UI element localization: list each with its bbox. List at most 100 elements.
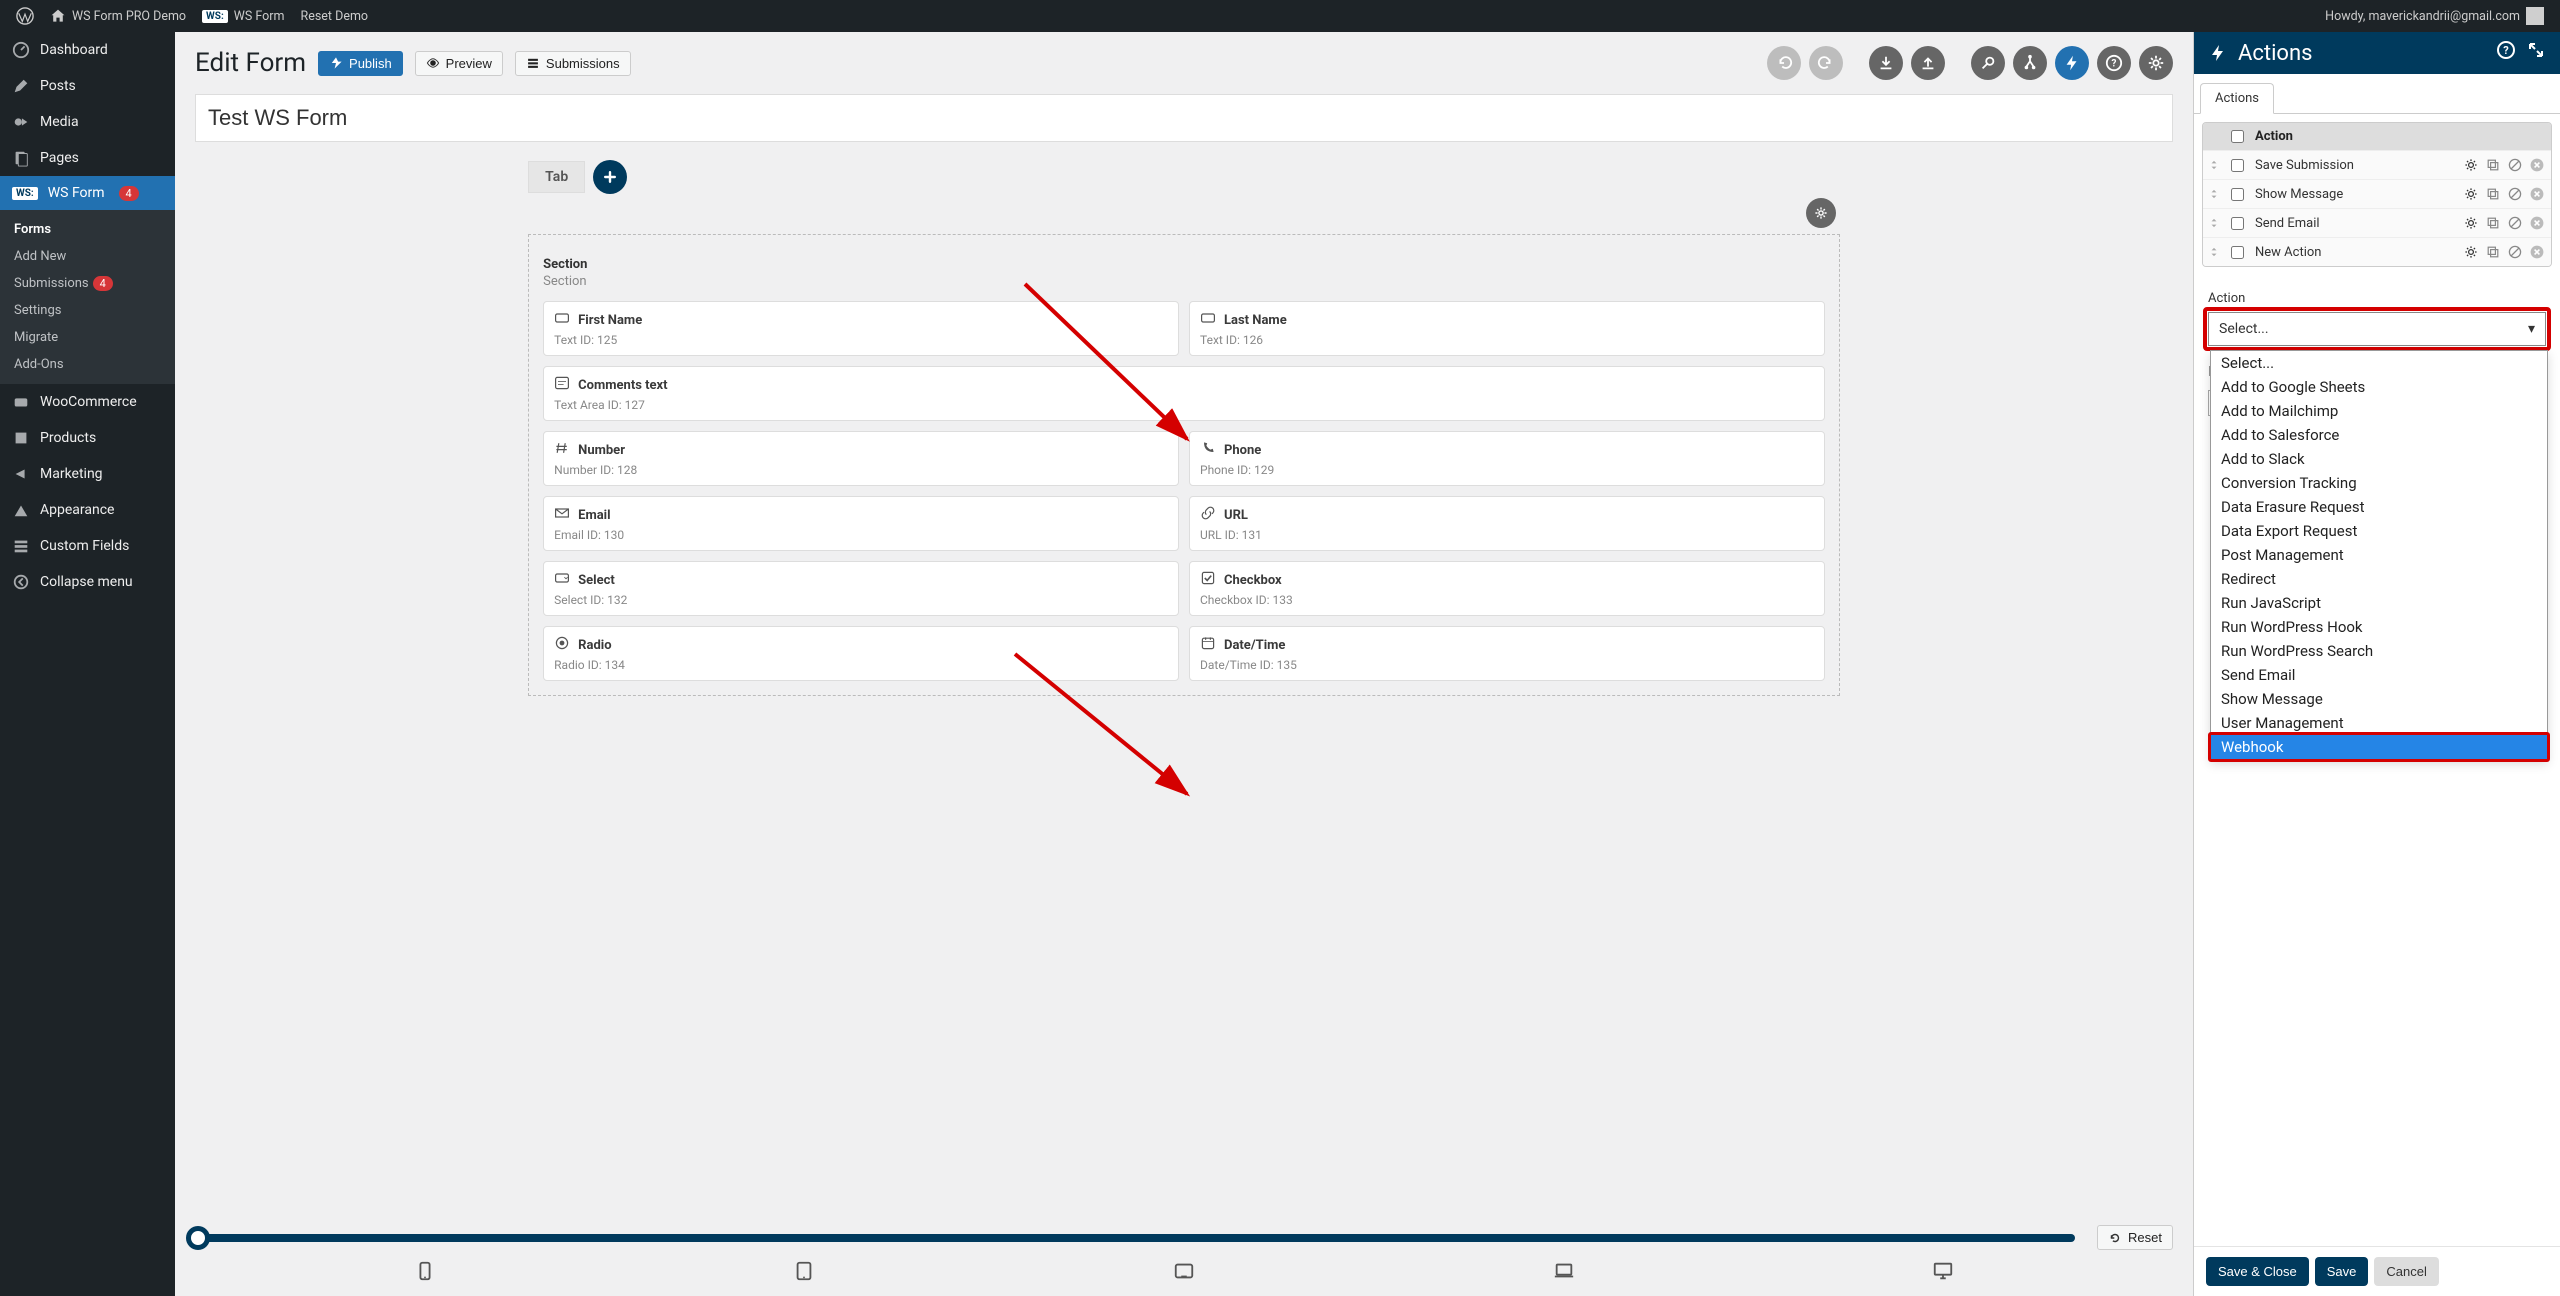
field-card[interactable]: RadioRadio ID: 134 <box>543 626 1179 681</box>
action-option[interactable]: Run WordPress Search <box>2211 639 2547 663</box>
field-card[interactable]: PhonePhone ID: 129 <box>1189 431 1825 486</box>
submenu-migrate[interactable]: Migrate <box>0 324 175 351</box>
drag-handle-icon[interactable] <box>2203 240 2225 264</box>
sidebar-item-media[interactable]: Media <box>0 104 175 140</box>
actions-button[interactable] <box>2055 46 2089 80</box>
disable-action-icon[interactable] <box>2507 215 2523 231</box>
action-row-checkbox[interactable] <box>2231 246 2244 259</box>
conditional-logic-button[interactable] <box>2013 46 2047 80</box>
edit-action-icon[interactable] <box>2463 157 2479 173</box>
action-option[interactable]: Select... <box>2211 351 2547 375</box>
action-option[interactable]: Add to Slack <box>2211 447 2547 471</box>
sidebar-item-woocommerce[interactable]: WooCommerce <box>0 384 175 420</box>
action-option[interactable]: Post Management <box>2211 543 2547 567</box>
submenu-addons[interactable]: Add-Ons <box>0 351 175 378</box>
action-option[interactable]: Run JavaScript <box>2211 591 2547 615</box>
tab-settings-button[interactable] <box>1806 198 1836 228</box>
publish-button[interactable]: Publish <box>318 51 403 76</box>
save-button[interactable]: Save <box>2315 1257 2369 1286</box>
panel-expand-icon[interactable] <box>2526 40 2546 66</box>
undo-button[interactable] <box>1767 46 1801 80</box>
delete-action-icon[interactable] <box>2529 186 2545 202</box>
action-option[interactable]: Run WordPress Hook <box>2211 615 2547 639</box>
action-option[interactable]: Redirect <box>2211 567 2547 591</box>
sidebar-item-marketing[interactable]: Marketing <box>0 456 175 492</box>
action-option[interactable]: Send Email <box>2211 663 2547 687</box>
action-option[interactable]: Show Message <box>2211 687 2547 711</box>
submenu-add-new[interactable]: Add New <box>0 243 175 270</box>
redo-button[interactable] <box>1809 46 1843 80</box>
action-select-dropdown[interactable]: Select...Add to Google SheetsAdd to Mail… <box>2210 350 2548 760</box>
clone-action-icon[interactable] <box>2485 244 2501 260</box>
field-card[interactable]: Comments textText Area ID: 127 <box>543 366 1825 421</box>
preview-reset-button[interactable]: Reset <box>2097 1225 2173 1250</box>
device-desktop-icon[interactable] <box>1932 1260 1954 1286</box>
wsform-toolbar[interactable]: WS: WS Form <box>194 0 292 32</box>
tab-item[interactable]: Tab <box>528 161 585 193</box>
submissions-button[interactable]: Submissions <box>515 51 631 76</box>
action-row[interactable]: Send Email <box>2203 208 2551 237</box>
action-select[interactable]: Select... ▾ <box>2208 312 2546 346</box>
device-laptop-icon[interactable] <box>1553 1260 1575 1286</box>
device-phone-icon[interactable] <box>414 1260 436 1286</box>
action-row[interactable]: Save Submission <box>2203 150 2551 179</box>
sidebar-item-dashboard[interactable]: Dashboard <box>0 32 175 68</box>
action-option[interactable]: Webhook <box>2211 735 2547 759</box>
field-card[interactable]: Date/TimeDate/Time ID: 135 <box>1189 626 1825 681</box>
submenu-settings[interactable]: Settings <box>0 297 175 324</box>
action-row-checkbox[interactable] <box>2231 159 2244 172</box>
panel-tab-actions[interactable]: Actions <box>2200 83 2274 114</box>
site-home[interactable]: WS Form PRO Demo <box>42 0 194 32</box>
sidebar-collapse-menu[interactable]: Collapse menu <box>0 564 175 600</box>
delete-action-icon[interactable] <box>2529 244 2545 260</box>
action-row-checkbox[interactable] <box>2231 188 2244 201</box>
save-close-button[interactable]: Save & Close <box>2206 1257 2309 1286</box>
settings-button[interactable] <box>2139 46 2173 80</box>
help-button[interactable]: ? <box>2097 46 2131 80</box>
preview-width-slider[interactable] <box>195 1234 2075 1242</box>
preview-button[interactable]: Preview <box>415 51 503 76</box>
reset-demo[interactable]: Reset Demo <box>293 0 377 32</box>
form-name-input[interactable] <box>195 94 2173 142</box>
field-card[interactable]: CheckboxCheckbox ID: 133 <box>1189 561 1825 616</box>
action-option[interactable]: Data Erasure Request <box>2211 495 2547 519</box>
wp-logo[interactable] <box>8 0 42 32</box>
drag-handle-icon[interactable] <box>2203 153 2225 177</box>
howdy-user[interactable]: Howdy, maverickandrii@gmail.com <box>2317 0 2552 32</box>
slider-handle[interactable] <box>186 1226 210 1250</box>
select-all-checkbox[interactable] <box>2231 130 2244 143</box>
edit-action-icon[interactable] <box>2463 244 2479 260</box>
clone-action-icon[interactable] <box>2485 157 2501 173</box>
drag-handle-icon[interactable] <box>2203 182 2225 206</box>
clone-action-icon[interactable] <box>2485 215 2501 231</box>
tools-button[interactable] <box>1971 46 2005 80</box>
edit-action-icon[interactable] <box>2463 215 2479 231</box>
sidebar-item-products[interactable]: Products <box>0 420 175 456</box>
device-tablet-landscape-icon[interactable] <box>1173 1260 1195 1286</box>
action-option[interactable]: Conversion Tracking <box>2211 471 2547 495</box>
submenu-submissions[interactable]: Submissions4 <box>0 270 175 297</box>
sidebar-item-posts[interactable]: Posts <box>0 68 175 104</box>
field-card[interactable]: SelectSelect ID: 132 <box>543 561 1179 616</box>
action-row[interactable]: Show Message <box>2203 179 2551 208</box>
action-option[interactable]: Data Export Request <box>2211 519 2547 543</box>
submenu-forms[interactable]: Forms <box>0 216 175 243</box>
sidebar-item-wsform[interactable]: WS: WS Form 4 <box>0 176 175 210</box>
field-card[interactable]: URLURL ID: 131 <box>1189 496 1825 551</box>
action-option[interactable]: Add to Mailchimp <box>2211 399 2547 423</box>
cancel-button[interactable]: Cancel <box>2374 1257 2438 1286</box>
disable-action-icon[interactable] <box>2507 244 2523 260</box>
field-card[interactable]: First NameText ID: 125 <box>543 301 1179 356</box>
sidebar-item-custom-fields[interactable]: Custom Fields <box>0 528 175 564</box>
action-row[interactable]: New Action <box>2203 237 2551 266</box>
disable-action-icon[interactable] <box>2507 157 2523 173</box>
clone-action-icon[interactable] <box>2485 186 2501 202</box>
delete-action-icon[interactable] <box>2529 215 2545 231</box>
panel-help-icon[interactable]: ? <box>2496 40 2516 66</box>
sidebar-item-pages[interactable]: Pages <box>0 140 175 176</box>
field-card[interactable]: NumberNumber ID: 128 <box>543 431 1179 486</box>
field-card[interactable]: EmailEmail ID: 130 <box>543 496 1179 551</box>
device-tablet-portrait-icon[interactable] <box>793 1260 815 1286</box>
action-option[interactable]: Add to Salesforce <box>2211 423 2547 447</box>
action-option[interactable]: Add to Google Sheets <box>2211 375 2547 399</box>
